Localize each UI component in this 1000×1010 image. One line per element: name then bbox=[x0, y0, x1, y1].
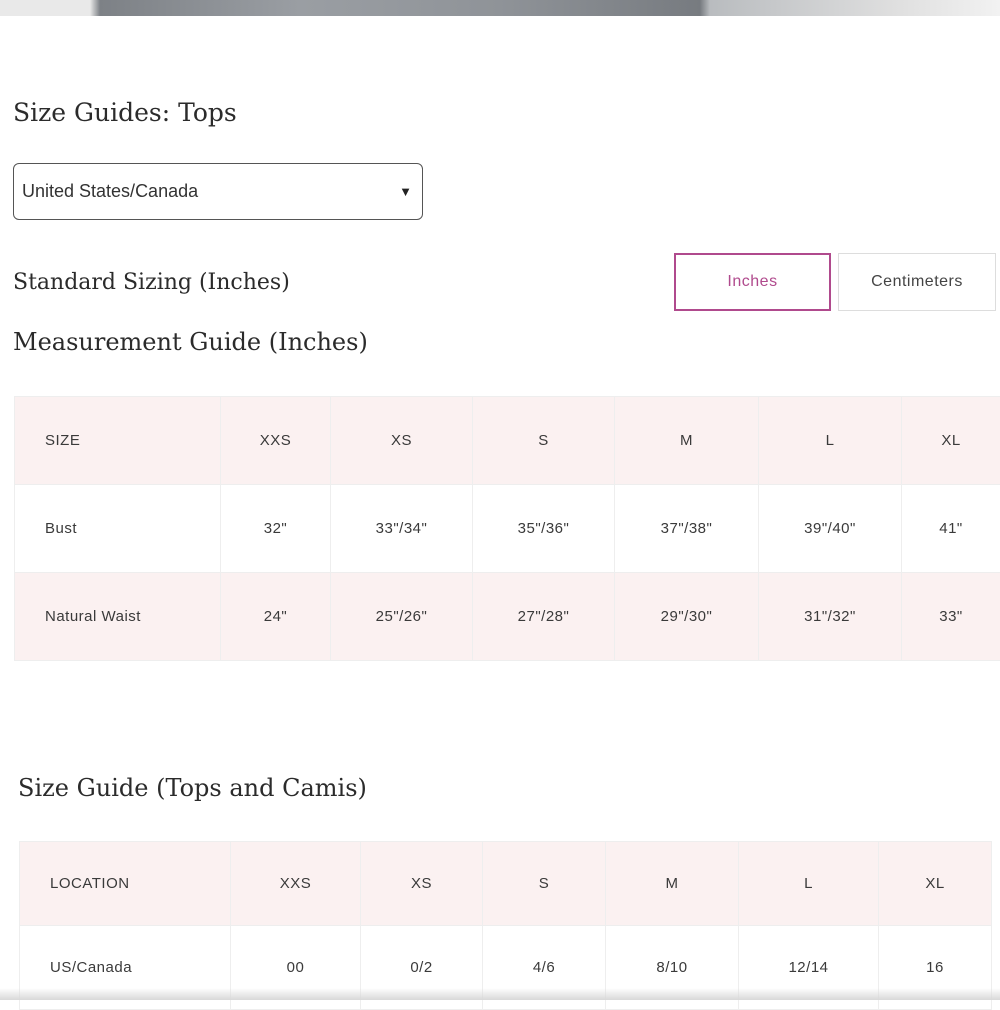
caret-down-icon: ▼ bbox=[399, 184, 412, 199]
inches-button[interactable]: Inches bbox=[674, 253, 831, 311]
centimeters-button[interactable]: Centimeters bbox=[838, 253, 996, 311]
header-cell: XXS bbox=[231, 842, 361, 926]
table-cell: 27"/28" bbox=[473, 573, 615, 661]
region-select[interactable]: United States/Canada ▼ bbox=[13, 163, 423, 220]
header-cell: XL bbox=[879, 842, 992, 926]
scroll-fade bbox=[0, 988, 1000, 1000]
header-cell: S bbox=[483, 842, 606, 926]
table-row: Natural Waist 24" 25"/26" 27"/28" 29"/30… bbox=[15, 573, 1000, 661]
table-cell: 33" bbox=[902, 573, 1000, 661]
header-cell: XL bbox=[902, 397, 1000, 485]
table-row: Bust 32" 33"/34" 35"/36" 37"/38" 39"/40"… bbox=[15, 485, 1000, 573]
table-cell: 37"/38" bbox=[615, 485, 759, 573]
table-cell: 33"/34" bbox=[331, 485, 473, 573]
table-header-row: SIZE XXS XS S M L XL bbox=[15, 397, 1000, 485]
header-cell: XS bbox=[331, 397, 473, 485]
table-cell: 39"/40" bbox=[759, 485, 902, 573]
row-label-cell: Natural Waist bbox=[15, 573, 221, 661]
table-cell: 35"/36" bbox=[473, 485, 615, 573]
product-photo-strip bbox=[0, 0, 1000, 16]
table-cell: 29"/30" bbox=[615, 573, 759, 661]
table-header-row: LOCATION XXS XS S M L XL bbox=[20, 842, 992, 926]
region-select-value: United States/Canada bbox=[22, 181, 198, 202]
table-cell: 41" bbox=[902, 485, 1000, 573]
page-title: Size Guides: Tops bbox=[13, 98, 237, 127]
tops-camis-guide-title: Size Guide (Tops and Camis) bbox=[18, 774, 367, 802]
measurement-guide-table: SIZE XXS XS S M L XL Bust 32" 33"/34" 35… bbox=[14, 396, 1000, 661]
table-cell: 31"/32" bbox=[759, 573, 902, 661]
header-cell: XXS bbox=[221, 397, 331, 485]
row-label-cell: Bust bbox=[15, 485, 221, 573]
header-cell: SIZE bbox=[15, 397, 221, 485]
header-cell: S bbox=[473, 397, 615, 485]
table-cell: 32" bbox=[221, 485, 331, 573]
table-cell: 24" bbox=[221, 573, 331, 661]
standard-sizing-heading: Standard Sizing (Inches) bbox=[13, 270, 290, 295]
measurement-guide-title: Measurement Guide (Inches) bbox=[13, 328, 368, 356]
table-cell: 25"/26" bbox=[331, 573, 473, 661]
header-cell: LOCATION bbox=[20, 842, 231, 926]
tops-camis-guide-table: LOCATION XXS XS S M L XL US/Canada 00 0/… bbox=[19, 841, 992, 1010]
header-cell: L bbox=[739, 842, 879, 926]
header-cell: L bbox=[759, 397, 902, 485]
header-cell: M bbox=[606, 842, 739, 926]
header-cell: M bbox=[615, 397, 759, 485]
header-cell: XS bbox=[361, 842, 483, 926]
